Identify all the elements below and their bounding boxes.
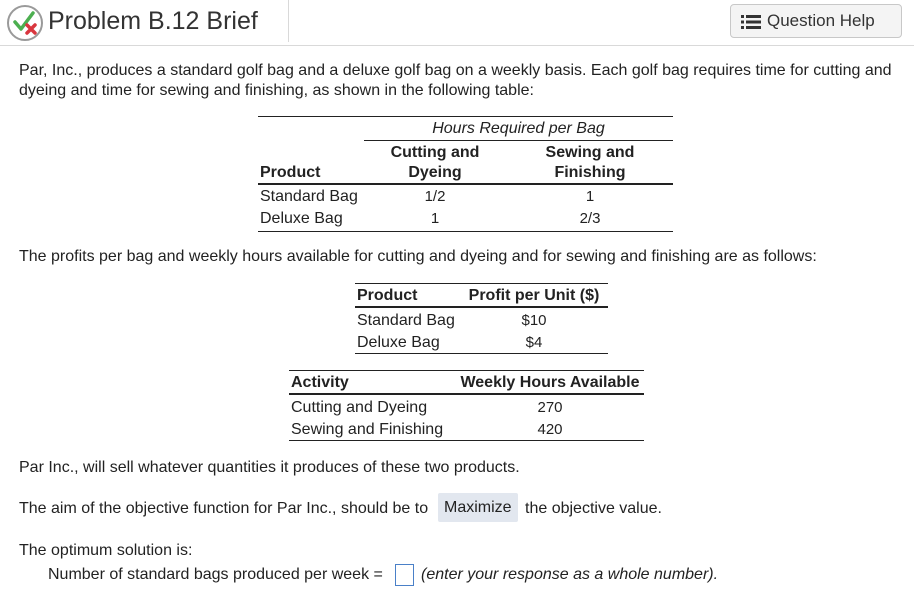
col-hours-header: Weekly Hours Available	[460, 374, 640, 391]
profits-intro: The profits per bag and weekly hours ava…	[19, 248, 817, 265]
col-sewing-header-1: Sewing and	[545, 144, 635, 161]
group-header: Hours Required per Bag	[432, 120, 605, 137]
objective-prefix: The aim of the objective function for Pa…	[19, 500, 429, 517]
standard-bags-input[interactable]	[395, 564, 414, 586]
row-profit: $10	[521, 312, 547, 329]
col-cutting-header-2: Dyeing	[408, 164, 462, 181]
status-check-x-icon	[7, 5, 43, 41]
col-profit-header: Profit per Unit ($)	[468, 287, 600, 304]
col-cutting-header-1: Cutting and	[390, 144, 480, 161]
col-activity-header: Activity	[291, 374, 349, 391]
objective-dropdown[interactable]: Maximize	[438, 493, 518, 522]
list-icon	[741, 15, 761, 29]
table-rule	[258, 231, 673, 232]
objective-suffix: the objective value.	[525, 500, 662, 517]
answer-hint: (enter your response as a whole number).	[421, 566, 719, 583]
optimum-label: The optimum solution is:	[19, 542, 193, 559]
table-rule	[364, 140, 673, 141]
intro-line-1: Par, Inc., produces a standard golf bag …	[19, 62, 892, 79]
row-activity: Cutting and Dyeing	[291, 399, 428, 416]
row-cutting: 1/2	[424, 188, 446, 205]
question-help-button[interactable]: Question Help	[730, 4, 902, 38]
question-help-label[interactable]: Question Help	[767, 11, 875, 31]
row-product: Deluxe Bag	[260, 210, 343, 227]
col-product-header: Product	[357, 287, 418, 304]
row-sewing: 1	[585, 188, 595, 205]
table-rule	[355, 353, 608, 354]
header-bar: Problem B.12 Brief Question Help	[0, 0, 914, 46]
answer-prompt: Number of standard bags produced per wee…	[48, 566, 383, 583]
title-divider	[288, 0, 289, 42]
row-hours: 270	[537, 399, 563, 416]
row-product: Deluxe Bag	[357, 334, 440, 351]
row-product: Standard Bag	[357, 312, 455, 329]
table-rule	[289, 440, 644, 441]
table-rule	[258, 183, 673, 185]
page-title: Problem B.12 Brief	[48, 7, 258, 35]
row-sewing: 2/3	[579, 210, 601, 227]
row-profit: $4	[525, 334, 543, 351]
col-sewing-header-2: Finishing	[554, 164, 626, 181]
row-activity: Sewing and Finishing	[291, 421, 444, 438]
row-cutting: 1	[430, 210, 440, 227]
row-product: Standard Bag	[260, 188, 358, 205]
table-rule	[258, 116, 673, 117]
table-rule	[289, 370, 644, 371]
sell-statement: Par Inc., will sell whatever quantities …	[19, 459, 520, 476]
table-rule	[289, 393, 644, 395]
intro-line-2: dyeing and time for sewing and finishing…	[19, 82, 534, 99]
row-hours: 420	[537, 421, 563, 438]
table-rule	[355, 306, 608, 308]
table-rule	[355, 283, 608, 284]
col-product-header: Product	[260, 164, 321, 181]
